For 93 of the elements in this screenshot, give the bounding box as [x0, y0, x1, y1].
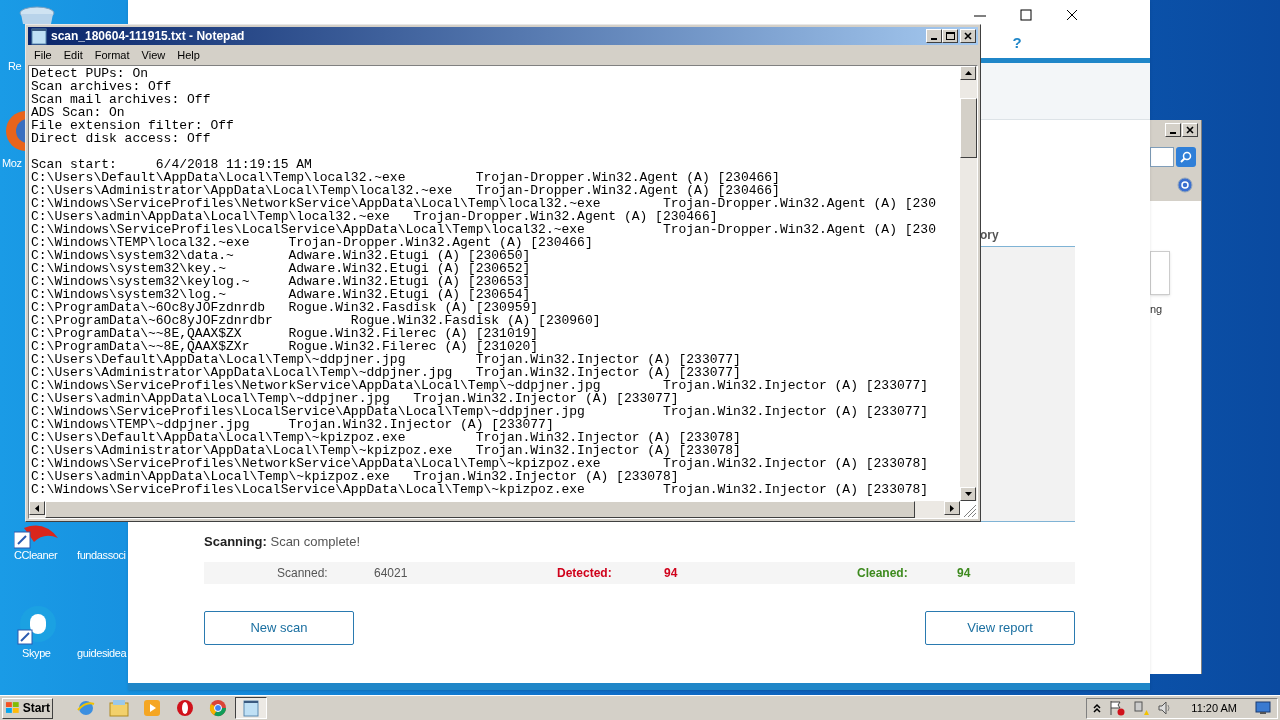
help-icon[interactable]: [1177, 177, 1193, 193]
item-label: ng: [1150, 302, 1164, 317]
text-line: C:\Windows\system32\key.~ Adware.Win32.Etugi (A) [230652]: [31, 262, 531, 275]
notepad-icon: [242, 699, 260, 717]
stat-label: Detected:: [557, 564, 613, 582]
text-line: C:\ProgramData\~~8E,QAAX$ZXr Rogue.Win32.Filerec (A) [231020]: [31, 340, 539, 353]
browser-icon: [77, 699, 95, 717]
folder-icon: [109, 699, 129, 717]
notepad-icon: [30, 27, 48, 45]
browser-icon: [209, 699, 227, 717]
text-line: Detect PUPs: On: [31, 67, 149, 80]
right-arrow-icon: [950, 504, 954, 512]
text-line: C:\Users\Administrator\AppData\Local\Temp\~kpizpoz.exe Trojan.Win32.Injector (A) [233078]: [31, 444, 741, 457]
minimize-button[interactable]: [926, 29, 942, 43]
text-line: ADS Scan: On: [31, 106, 125, 119]
stat-label: Scanned:: [277, 564, 329, 582]
text-line: C:\Windows\ServiceProfiles\LocalService\AppData\Local\Temp\~kpizpoz.exe Trojan.Win32.Injector (A) [233078]: [31, 483, 929, 496]
icon-label[interactable]: fundassoci: [77, 547, 126, 564]
stat-value: 94: [957, 564, 972, 582]
scroll-down-button[interactable]: [960, 487, 976, 501]
maximize-button[interactable]: [942, 29, 958, 43]
text-line: Scan start: 6/4/2018 11:19:15 AM: [31, 158, 312, 171]
text-line: C:\Users\admin\AppData\Local\Temp\~ddpjner.jpg Trojan.Win32.Injector (A) [233077]: [31, 392, 679, 405]
text-line: C:\Users\Default\AppData\Local\Temp\~ddpjner.jpg Trojan.Win32.Injector (A) [233077]: [31, 353, 741, 366]
media-player-icon: [143, 699, 161, 717]
flag-icon[interactable]: [1109, 700, 1126, 716]
column-heading: ory: [980, 227, 1000, 244]
chevron-icon[interactable]: [1093, 703, 1102, 713]
stat-label: Cleaned:: [857, 564, 909, 582]
text-line: C:\ProgramData\~6Oc8yJOFzdnrdb Rogue.Win32.Fasdisk (A) [230959]: [31, 301, 539, 314]
icon-label[interactable]: CCleaner: [14, 547, 58, 564]
icon-label[interactable]: Moz: [2, 155, 22, 172]
down-arrow-icon: [964, 492, 972, 496]
text-line: Scan archives: Off: [31, 80, 172, 93]
window-title: scan_180604-111915.txt - Notepad: [51, 28, 246, 45]
stat-value: 64021: [374, 564, 409, 582]
text-line: Scan mail archives: Off: [31, 93, 211, 106]
menu-item[interactable]: File: [28, 46, 58, 64]
left-arrow-icon: [35, 504, 39, 512]
text-line: Direct disk access: Off: [31, 132, 211, 145]
minimize-button[interactable]: [1165, 123, 1181, 137]
text-line: C:\ProgramData\~6Oc8yJOFzdnrdbr Rogue.Win32.Fasdisk (A) [230960]: [31, 314, 601, 327]
text-line: File extension filter: Off: [31, 119, 234, 132]
up-arrow-icon: [964, 71, 972, 75]
text-line: C:\Users\Default\AppData\Local\Temp\~kpizpoz.exe Trojan.Win32.Injector (A) [233078]: [31, 431, 741, 444]
text-line: C:\Windows\TEMP\local32.~exe Trojan-Dropper.Win32.Agent (A) [230466]: [31, 236, 593, 249]
text-line: C:\Windows\ServiceProfiles\LocalService\AppData\Local\Temp\~ddpjner.jpg Trojan.Win32.Injector (A) [233077]: [31, 405, 929, 418]
text-line: C:\Windows\ServiceProfiles\NetworkService\AppData\Local\Temp\~ddpjner.jpg Trojan.Win32.Injector (A) [233077]: [31, 379, 929, 392]
action-button[interactable]: View report: [925, 610, 1075, 645]
clock[interactable]: 11:20 AM: [1191, 699, 1237, 717]
scroll-right-button[interactable]: [944, 501, 960, 515]
close-icon: [964, 32, 972, 40]
close-icon: [1186, 126, 1194, 134]
text-line: C:\Windows\ServiceProfiles\NetworkService\AppData\Local\Temp\local32.~exe Trojan-Dropper.Win32.Agent (A) [230: [31, 197, 936, 210]
taskbar-button[interactable]: [235, 697, 267, 719]
help-link[interactable]: ?: [1012, 32, 1022, 55]
scroll-up-button[interactable]: [960, 66, 976, 80]
scroll-thumb[interactable]: [960, 98, 977, 158]
cleaner-icon[interactable]: [14, 524, 60, 552]
menu-item[interactable]: Format: [88, 46, 136, 64]
text-line: C:\Windows\ServiceProfiles\LocalService\AppData\Local\Temp\local32.~exe Trojan-Dropper.Win32.Agent (A) [230: [31, 223, 936, 236]
ring-icon: [176, 699, 194, 717]
icon-label[interactable]: guidesidea: [77, 645, 127, 662]
scroll-left-button[interactable]: [29, 501, 45, 515]
text-line: C:\Users\Administrator\AppData\Local\Temp\~ddpjner.jpg Trojan.Win32.Injector (A) [233077]: [31, 366, 741, 379]
vertical-scrollbar[interactable]: [960, 66, 977, 501]
chat-app-icon[interactable]: [16, 604, 58, 648]
search-button[interactable]: [1176, 147, 1196, 167]
text-line: C:\Users\admin\AppData\Local\Temp\local32.~exe Trojan-Dropper.Win32.Agent (A) [230466]: [31, 210, 718, 223]
menu-item[interactable]: Edit: [57, 46, 89, 64]
start-button[interactable]: Start: [2, 697, 53, 719]
menu-item[interactable]: View: [135, 46, 172, 64]
text-line: C:\Windows\system32\log.~ Adware.Win32.Etugi (A) [230654]: [31, 288, 531, 301]
stat-value: 94: [664, 564, 679, 582]
text-line: C:\Users\Administrator\AppData\Local\Temp\local32.~exe Trojan-Dropper.Win32.Agent (A) [230466]: [31, 184, 780, 197]
text-line: C:\Windows\system32\keylog.~ Adware.Win32.Etugi (A) [230653]: [31, 275, 531, 288]
text-line: C:\ProgramData\~~8E,QAAX$ZX Rogue.Win32.Filerec (A) [231019]: [31, 327, 539, 340]
windows-logo-icon: [5, 701, 21, 715]
icon-label[interactable]: Skype: [22, 645, 51, 662]
close-button[interactable]: [1182, 123, 1198, 137]
text-line: C:\Users\admin\AppData\Local\Temp\~kpizpoz.exe Trojan.Win32.Injector (A) [233078]: [31, 470, 679, 483]
search-icon: [1180, 151, 1192, 163]
text-line: C:\Windows\TEMP\~ddpjner.jpg Trojan.Win32.Injector (A) [233077]: [31, 418, 554, 431]
close-button[interactable]: [960, 29, 976, 43]
menu-item[interactable]: Help: [171, 46, 206, 64]
show-desktop-icon[interactable]: [1255, 701, 1271, 715]
search-field[interactable]: [1150, 147, 1174, 167]
text-line: C:\Windows\ServiceProfiles\NetworkService\AppData\Local\Temp\~kpizpoz.exe Trojan.Win32.Injector (A) [233078]: [31, 457, 929, 470]
text-line: C:\Windows\system32\data.~ Adware.Win32.Etugi (A) [230650]: [31, 249, 531, 262]
action-button[interactable]: New scan: [204, 610, 354, 645]
icon-label[interactable]: Re: [8, 58, 22, 75]
scan-status: Scanning: Scan complete!: [204, 533, 362, 551]
text-line: C:\Users\Default\AppData\Local\Temp\local32.~exe Trojan-Dropper.Win32.Agent (A) [230466]: [31, 171, 780, 184]
